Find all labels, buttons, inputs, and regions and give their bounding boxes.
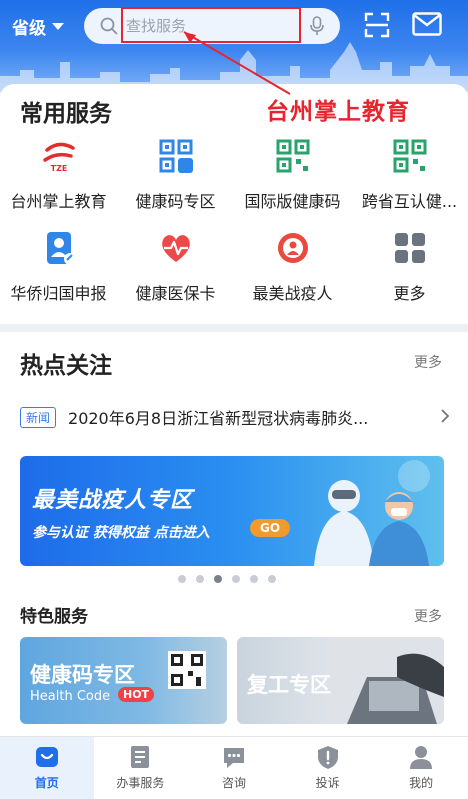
service-cross-province[interactable]: 跨省互认健...: [351, 138, 468, 212]
tile-title: 健康码专区: [30, 663, 135, 687]
service-intl-health-code[interactable]: 国际版健康码: [234, 138, 351, 212]
heart-pulse-icon: [161, 235, 190, 262]
hot-badge: HOT: [118, 687, 155, 702]
news-item[interactable]: 新闻 2020年6月8日浙江省新型冠状病毒肺炎...: [20, 404, 450, 430]
laptop-photo-illustration: [327, 637, 444, 724]
microphone-icon[interactable]: [310, 16, 324, 36]
service-more[interactable]: 更多: [351, 230, 468, 304]
mail-icon[interactable]: [412, 12, 442, 36]
medical-workers-illustration: [314, 460, 430, 566]
news-headline: 2020年6月8日浙江省新型冠状病毒肺炎...: [68, 409, 369, 428]
tab-services[interactable]: 办事服务: [94, 737, 188, 799]
service-label: 健康医保卡: [135, 284, 216, 303]
featured-more-link[interactable]: 更多: [414, 606, 442, 626]
hot-topics-title: 热点关注: [20, 353, 112, 379]
service-label: 台州掌上教育: [10, 192, 107, 211]
user-card-icon: [46, 232, 76, 265]
service-overseas-return[interactable]: 华侨归国申报: [0, 230, 117, 304]
news-badge: 新闻: [20, 406, 57, 428]
tze-logo-icon: TZE: [42, 142, 75, 173]
medal-icon: [277, 233, 308, 263]
tab-complaint[interactable]: 投诉: [281, 737, 375, 799]
service-health-insurance-card[interactable]: 健康医保卡: [117, 230, 234, 304]
scan-icon[interactable]: [364, 12, 390, 38]
tab-label: 首页: [34, 776, 59, 790]
bottom-tab-bar: 首页 办事服务 咨询 投诉 我的: [0, 736, 468, 799]
chevron-right-icon: [441, 409, 450, 423]
service-best-anti-epidemic[interactable]: 最美战疫人: [234, 230, 351, 304]
carousel-dot[interactable]: [268, 575, 276, 583]
promo-banner[interactable]: 最美战疫人专区 参与认证 获得权益 点击进入 GO: [20, 456, 444, 566]
home-icon: [35, 747, 58, 767]
province-label: 省级: [12, 19, 46, 39]
highlight-box: [121, 7, 301, 43]
tab-label: 办事服务: [116, 776, 165, 790]
service-label: 最美战疫人: [252, 284, 333, 303]
tab-label: 咨询: [221, 776, 246, 790]
qr-code-green-icon: [393, 139, 426, 173]
tile-health-code[interactable]: 健康码专区 Health Code HOT: [20, 637, 227, 724]
tab-label: 投诉: [315, 776, 340, 790]
carousel-dot[interactable]: [178, 575, 186, 583]
featured-title: 特色服务: [20, 607, 88, 627]
tab-profile[interactable]: 我的: [374, 737, 468, 799]
tab-consult[interactable]: 咨询: [187, 737, 281, 799]
shield-icon: [317, 746, 338, 769]
carousel-dot[interactable]: [232, 575, 240, 583]
carousel-dot[interactable]: [196, 575, 204, 583]
carousel-dots: [178, 575, 276, 583]
hot-more-link[interactable]: 更多: [414, 352, 442, 372]
tab-label: 我的: [409, 776, 434, 790]
tile-subtitle: Health Code: [30, 689, 111, 704]
carousel-dot-active[interactable]: [214, 575, 222, 583]
service-label: 跨省互认健...: [361, 192, 458, 211]
profile-icon: [410, 746, 433, 769]
tile-back-to-work[interactable]: 复工专区: [237, 637, 444, 724]
banner-title: 最美战疫人专区: [32, 488, 194, 513]
service-label: 国际版健康码: [244, 192, 341, 211]
qr-code-green-icon: [276, 139, 309, 173]
service-label: 华侨归国申报: [10, 284, 107, 303]
service-label: 健康码专区: [135, 192, 216, 211]
tile-title: 复工专区: [247, 673, 331, 697]
banner-subtitle: 参与认证 获得权益 点击进入: [32, 525, 210, 541]
qr-code-zhe-icon: [159, 139, 193, 173]
qr-code-icon: [168, 651, 206, 689]
carousel-dot[interactable]: [250, 575, 258, 583]
tab-home[interactable]: 首页: [0, 737, 94, 799]
triangle-down-icon: [52, 23, 64, 30]
banner-go-button[interactable]: GO: [250, 519, 291, 537]
annotation-label: 台州掌上教育: [266, 99, 410, 125]
service-label: 更多: [393, 284, 426, 303]
document-icon: [131, 746, 150, 768]
service-health-code-zone[interactable]: 健康码专区: [117, 138, 234, 212]
svg-text:TZE: TZE: [50, 164, 67, 173]
service-tz-education[interactable]: TZE 台州掌上教育: [0, 138, 117, 212]
grid-more-icon: [394, 233, 425, 263]
province-selector[interactable]: 省级: [12, 14, 64, 39]
search-icon: [100, 17, 118, 35]
common-services-title: 常用服务: [20, 101, 112, 127]
chat-icon: [223, 748, 244, 768]
